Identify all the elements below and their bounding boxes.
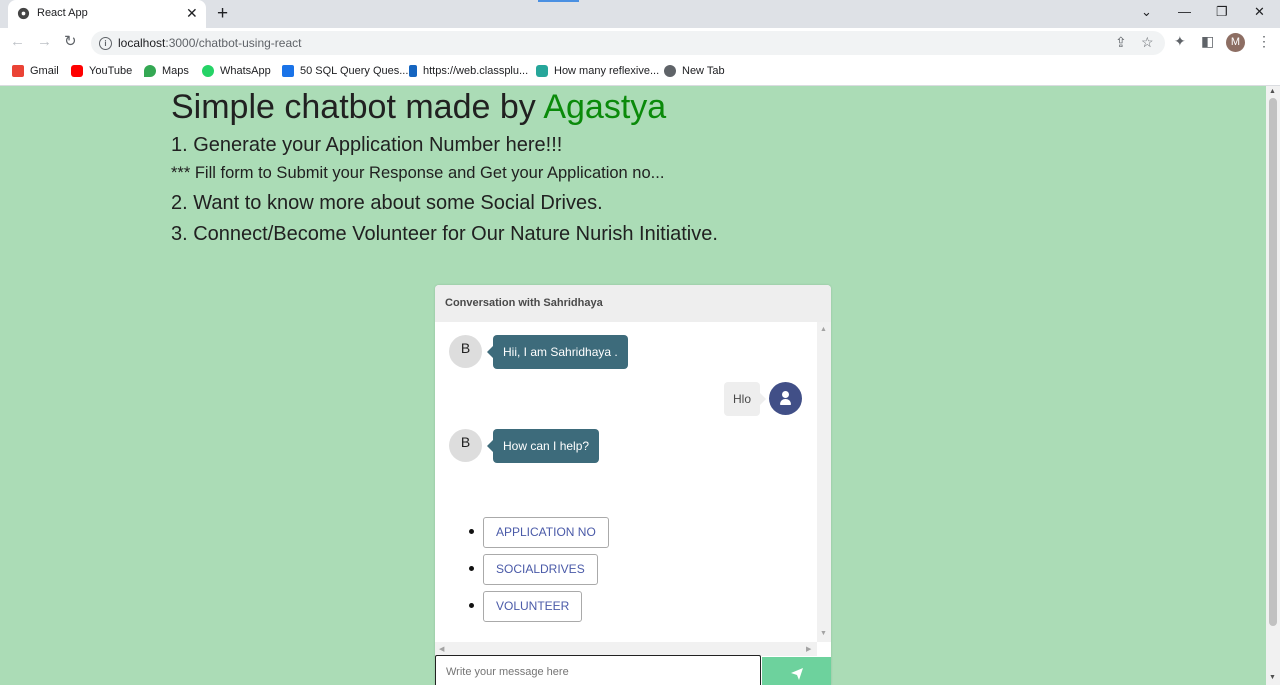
chat-header-title: Conversation with Sahridhaya (445, 297, 603, 309)
page-scrollbar[interactable]: ▲ ▼ (1266, 86, 1280, 685)
chat-horizontal-scrollbar[interactable]: ◀ ▶ (435, 642, 817, 656)
profile-avatar[interactable]: M (1226, 33, 1245, 52)
tab-indicator (538, 0, 579, 2)
option-application-no-button[interactable]: APPLICATION NO (483, 517, 609, 548)
reload-icon[interactable]: ↻ (64, 34, 77, 50)
gmail-icon (12, 65, 24, 77)
forward-icon[interactable]: → (37, 34, 52, 50)
send-icon (791, 668, 803, 680)
chat-scroll-left-arrow[interactable]: ◀ (439, 645, 444, 653)
chat-input-box[interactable] (435, 655, 761, 685)
site-info-icon[interactable]: i (99, 37, 112, 50)
chat-messages[interactable]: B Hii, I am Sahridhaya . Hlo B How can I… (435, 322, 817, 642)
chat-vertical-scrollbar[interactable]: ▲ ▼ (817, 322, 831, 642)
bookmark-whatsapp[interactable]: WhatsApp (202, 64, 271, 78)
tab-search-icon[interactable]: ⌄ (1141, 4, 1152, 20)
chat-scroll-down-arrow[interactable]: ▼ (820, 630, 827, 637)
whatsapp-icon (202, 65, 214, 77)
react-favicon-icon (17, 7, 30, 20)
menu-kebab-icon[interactable]: ⋮ (1257, 33, 1271, 49)
url-text[interactable]: localhost:3000/chatbot-using-react (118, 36, 301, 50)
user-avatar-icon (769, 382, 802, 415)
tab-title: React App (37, 7, 88, 19)
bot-message: How can I help? (486, 429, 600, 463)
option-volunteer-button[interactable]: VOLUNTEER (483, 591, 583, 622)
bookmark-star-icon[interactable]: ☆ (1141, 34, 1154, 50)
restore-icon[interactable]: ❐ (1216, 4, 1228, 20)
bookmark-reflexive[interactable]: How many reflexive... (536, 64, 659, 78)
bookmark-maps[interactable]: Maps (144, 64, 189, 78)
author-name: Agastya (543, 88, 667, 126)
classplus-icon (409, 65, 417, 77)
chat-scroll-right-arrow[interactable]: ▶ (806, 645, 811, 653)
sql-icon (282, 65, 294, 77)
side-panel-icon[interactable]: ◧ (1201, 33, 1214, 49)
send-button[interactable] (762, 657, 831, 685)
globe-icon (664, 65, 676, 77)
bookmark-icon (536, 65, 548, 77)
instruction-line-4: 3. Connect/Become Volunteer for Our Natu… (171, 223, 718, 245)
youtube-icon (71, 65, 83, 77)
instruction-line-3: 2. Want to know more about some Social D… (171, 192, 603, 214)
close-window-icon[interactable]: ✕ (1254, 4, 1265, 20)
instruction-line-2: *** Fill form to Submit your Response an… (171, 164, 665, 182)
bookmark-classplus[interactable]: https://web.classplu... (409, 64, 528, 78)
browser-tab[interactable]: React App ✕ (8, 0, 206, 28)
back-icon[interactable]: ← (10, 34, 25, 50)
maps-icon (144, 65, 156, 77)
close-tab-icon[interactable]: ✕ (186, 5, 198, 21)
chat-scroll-up-arrow[interactable]: ▲ (820, 326, 827, 333)
scroll-down-arrow[interactable]: ▼ (1269, 674, 1276, 681)
minimize-icon[interactable]: — (1178, 4, 1191, 20)
browser-tab-strip: React App ✕ + ⌄ — ❐ ✕ (0, 0, 1280, 28)
chat-header: Conversation with Sahridhaya (435, 285, 831, 322)
bookmarks-bar: Gmail YouTube Maps WhatsApp 50 SQL Query… (0, 58, 1280, 86)
message-input[interactable] (446, 666, 746, 678)
scroll-up-arrow[interactable]: ▲ (1269, 88, 1276, 95)
share-icon[interactable]: ⇪ (1115, 34, 1127, 50)
chatbot-widget: Conversation with Sahridhaya B Hii, I am… (435, 285, 831, 685)
bot-message: Hii, I am Sahridhaya . (487, 335, 628, 369)
user-message: Hlo (724, 382, 767, 416)
instruction-line-1: 1. Generate your Application Number here… (171, 134, 563, 156)
browser-toolbar: ← → ↻ i localhost:3000/chatbot-using-rea… (0, 28, 1280, 58)
option-socialdrives-button[interactable]: SOCIALDRIVES (483, 554, 598, 585)
bookmark-gmail[interactable]: Gmail (12, 64, 59, 78)
bookmark-new-tab[interactable]: New Tab (664, 64, 725, 78)
scrollbar-thumb[interactable] (1269, 98, 1277, 626)
address-bar[interactable]: i localhost:3000/chatbot-using-react ⇪ ☆ (91, 31, 1165, 55)
extensions-icon[interactable]: ✦ (1174, 33, 1186, 49)
bookmark-sql[interactable]: 50 SQL Query Ques... (282, 64, 408, 78)
new-tab-button[interactable]: + (217, 3, 228, 25)
bot-avatar: B (449, 335, 482, 368)
page-title: Simple chatbot made by Agastya (171, 88, 667, 126)
bookmark-youtube[interactable]: YouTube (71, 64, 132, 78)
bot-avatar: B (449, 429, 482, 462)
